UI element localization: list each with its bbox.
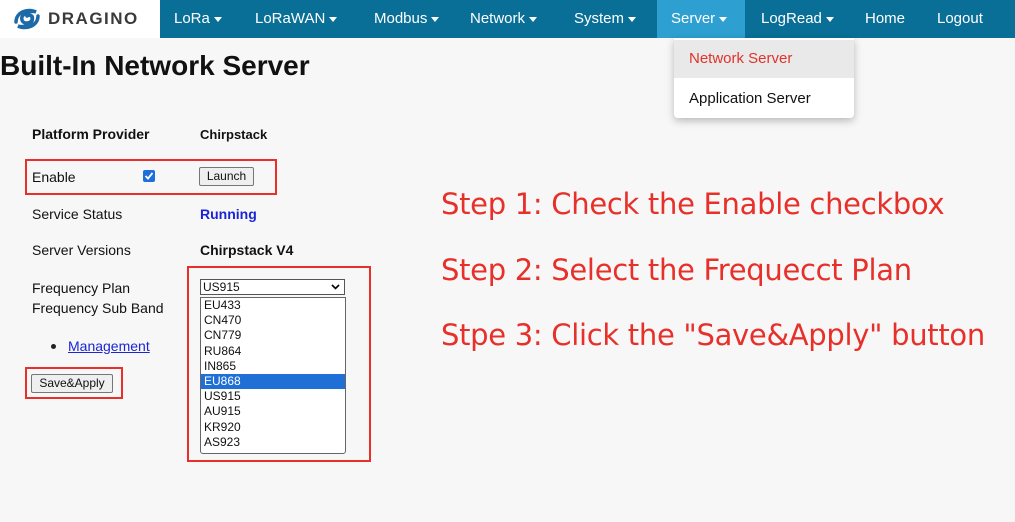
brand-logo[interactable]: DRAGINO xyxy=(0,0,160,38)
frequency-sub-band-label: Frequency Sub Band xyxy=(32,300,164,316)
platform-provider-value: Chirpstack xyxy=(200,127,268,142)
frequency-plan-select[interactable]: US915 xyxy=(200,279,345,295)
frequency-plan-label: Frequency Plan xyxy=(32,280,131,296)
caret-down-icon xyxy=(329,16,338,22)
service-status-label: Service Status xyxy=(32,206,123,222)
frequency-option[interactable]: EU868 xyxy=(201,373,345,390)
nav-system-label: System xyxy=(574,10,625,27)
nav-network[interactable]: Network xyxy=(470,0,538,38)
frequency-option[interactable]: IN865 xyxy=(201,359,345,374)
menu-item-application-server[interactable]: Application Server xyxy=(674,80,854,118)
caret-down-icon xyxy=(825,16,834,22)
nav-server[interactable]: Server xyxy=(657,0,745,38)
nav-system[interactable]: System xyxy=(574,0,637,38)
nav-server-label: Server xyxy=(671,10,716,27)
frequency-option[interactable]: RU864 xyxy=(201,344,345,359)
step2-annotation: Step 2: Select the Frequecct Plan xyxy=(441,253,912,287)
server-versions-value: Chirpstack V4 xyxy=(200,242,294,258)
frequency-option[interactable]: KR920 xyxy=(201,420,345,435)
frequency-plan-options-list[interactable]: EU433 CN470 CN779 RU864 IN865 EU868 US915 AU915… xyxy=(200,297,346,454)
caret-down-icon xyxy=(529,16,538,22)
nav-lora[interactable]: LoRa xyxy=(174,0,222,38)
nav-modbus[interactable]: Modbus xyxy=(374,0,440,38)
management-link[interactable]: Management xyxy=(68,338,150,354)
server-dropdown-menu: Network Server Application Server xyxy=(674,38,854,118)
top-navbar: DRAGINO LoRa LoRaWAN Modbus Network Syst… xyxy=(0,0,1015,38)
frequency-option[interactable]: AS923 xyxy=(201,435,345,450)
nav-modbus-label: Modbus xyxy=(374,10,428,27)
step3-annotation: Stpe 3: Click the "Save&Apply" button xyxy=(441,318,985,352)
step1-annotation: Step 1: Check the Enable checkbox xyxy=(441,187,945,221)
nav-home-label: Home xyxy=(865,10,906,27)
frequency-option[interactable]: CN779 xyxy=(201,328,345,343)
launch-button[interactable]: Launch xyxy=(199,167,254,186)
save-apply-button[interactable]: Save&Apply xyxy=(31,374,113,393)
frequency-plan-selected-value: US915 xyxy=(203,280,240,294)
nav-network-label: Network xyxy=(470,10,526,27)
nav-logread-label: LogRead xyxy=(761,10,822,27)
nav-logout-label: Logout xyxy=(937,10,983,27)
nav-logread[interactable]: LogRead xyxy=(761,0,834,38)
dragino-swirl-icon xyxy=(14,8,40,30)
caret-down-icon xyxy=(628,16,637,22)
menu-item-network-server[interactable]: Network Server xyxy=(674,40,854,78)
caret-down-icon xyxy=(719,16,728,22)
caret-down-icon xyxy=(213,16,222,22)
service-status-value: Running xyxy=(200,206,257,222)
check-icon xyxy=(144,172,154,180)
frequency-option[interactable]: CN470 xyxy=(201,313,345,328)
page-title: Built-In Network Server xyxy=(0,50,310,81)
nav-logout[interactable]: Logout xyxy=(937,0,983,38)
platform-provider-label: Platform Provider xyxy=(32,126,150,142)
frequency-option[interactable]: US915 xyxy=(201,389,345,404)
caret-down-icon xyxy=(431,16,440,22)
enable-checkbox[interactable] xyxy=(143,170,155,182)
enable-label: Enable xyxy=(32,169,76,185)
frequency-option[interactable]: AU915 xyxy=(201,404,345,419)
bullet-dot xyxy=(51,344,56,349)
nav-lorawan-label: LoRaWAN xyxy=(255,10,326,27)
frequency-option[interactable]: EU433 xyxy=(201,298,345,313)
nav-home[interactable]: Home xyxy=(865,0,905,38)
nav-lora-label: LoRa xyxy=(174,10,210,27)
chevron-down-icon xyxy=(331,284,340,290)
nav-lorawan[interactable]: LoRaWAN xyxy=(255,0,338,38)
server-versions-label: Server Versions xyxy=(32,242,131,258)
logo-text: DRAGINO xyxy=(48,9,139,28)
